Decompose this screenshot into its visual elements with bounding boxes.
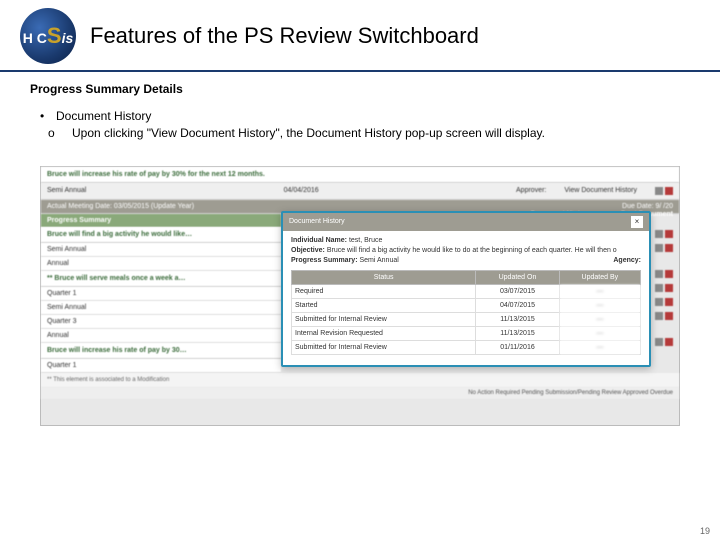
table-row: Started04/07/2015— bbox=[292, 298, 641, 312]
approver-label: Approver: bbox=[516, 187, 546, 194]
table-row: Submitted for Internal Review01/11/2016— bbox=[292, 340, 641, 354]
agency-label: Agency: bbox=[613, 257, 641, 264]
popup-title: Document History bbox=[289, 218, 345, 225]
type-row: Quarter 3 bbox=[41, 315, 281, 329]
review-type: Semi Annual bbox=[47, 187, 86, 194]
cell-status: Submitted for Internal Review bbox=[292, 340, 476, 354]
bg-obj-row: Bruce will find a big activity he would … bbox=[41, 227, 281, 243]
cell-by: — bbox=[559, 326, 640, 340]
cell-by: — bbox=[559, 298, 640, 312]
content-area: Progress Summary Details •Document Histo… bbox=[0, 72, 720, 426]
bg-goal-detail-row: Semi Annual 04/04/2016 Approver: View Do… bbox=[41, 183, 679, 200]
section-subtitle: Progress Summary Details bbox=[30, 82, 690, 96]
page-number: 19 bbox=[700, 526, 710, 536]
table-row: Submitted for Internal Review11/13/2015— bbox=[292, 312, 641, 326]
document-history-popup: Document History × Individual Name: test… bbox=[281, 211, 651, 367]
cell-date: 11/13/2015 bbox=[476, 312, 559, 326]
meeting-date: Actual Meeting Date: 03/05/2015 (Update … bbox=[47, 203, 194, 210]
close-icon[interactable]: × bbox=[631, 216, 643, 228]
name-value: test, Bruce bbox=[349, 237, 382, 244]
progress-summary-header: Progress Summary bbox=[41, 214, 281, 227]
objective-label: Objective: bbox=[291, 247, 325, 254]
bullet-list: •Document History oUpon clicking "View D… bbox=[30, 108, 690, 142]
cell-status: Submitted for Internal Review bbox=[292, 312, 476, 326]
review-date: 04/04/2016 bbox=[284, 187, 319, 194]
action-icons bbox=[655, 187, 673, 195]
obj-label: Bruce will increase his rate of pay by 3… bbox=[47, 347, 187, 354]
footnote: ** This element is associated to a Modif… bbox=[41, 373, 679, 387]
type-row: Semi Annual bbox=[41, 301, 281, 315]
popup-ps-line: Progress Summary: Semi Annual Agency: bbox=[291, 257, 641, 264]
cell-date: 01/11/2016 bbox=[476, 340, 559, 354]
bullet-level-2: oUpon clicking "View Document History", … bbox=[30, 125, 690, 142]
table-row: Internal Revision Requested11/13/2015— bbox=[292, 326, 641, 340]
goal-label: Bruce will increase his rate of pay by 3… bbox=[47, 171, 265, 178]
cell-status: Internal Revision Requested bbox=[292, 326, 476, 340]
cell-by: — bbox=[559, 340, 640, 354]
cell-date: 11/13/2015 bbox=[476, 326, 559, 340]
popup-obj-line: Objective: Bruce will find a big activit… bbox=[291, 247, 641, 254]
bullet-sub-text: Upon clicking "View Document History", t… bbox=[72, 126, 545, 140]
th-updated-by: Updated By bbox=[559, 270, 640, 284]
th-status: Status bbox=[292, 270, 476, 284]
name-label: Individual Name: bbox=[291, 237, 347, 244]
cell-by: — bbox=[559, 284, 640, 298]
bg-obj-row: Bruce will increase his rate of pay by 3… bbox=[41, 343, 281, 359]
type-row: Semi Annual bbox=[41, 243, 281, 257]
cell-by: — bbox=[559, 312, 640, 326]
embedded-screenshot: Bruce will increase his rate of pay by 3… bbox=[40, 166, 680, 426]
page-title: Features of the PS Review Switchboard bbox=[90, 23, 479, 49]
popup-header: Document History × bbox=[283, 213, 649, 231]
type-row: Annual bbox=[41, 329, 281, 343]
obj-label: ** Bruce will serve meals once a week a… bbox=[47, 275, 186, 282]
ps-label: Progress Summary: bbox=[291, 257, 358, 264]
history-table: Status Updated On Updated By Required03/… bbox=[291, 270, 641, 355]
cell-date: 04/07/2015 bbox=[476, 298, 559, 312]
obj-label: Bruce will find a big activity he would … bbox=[47, 231, 192, 238]
bullet-level-1: •Document History bbox=[30, 108, 690, 125]
logo-text: H CSis bbox=[23, 23, 74, 49]
due-date: Due Date: 9/ /20 bbox=[622, 203, 673, 210]
legend-row: No Action Required Pending Submission/Pe… bbox=[41, 387, 679, 399]
type-row: Quarter 1 bbox=[41, 359, 281, 373]
cell-status: Started bbox=[292, 298, 476, 312]
th-updated-on: Updated On bbox=[476, 270, 559, 284]
type-row: Quarter 1 bbox=[41, 287, 281, 301]
bullet-main-text: Document History bbox=[56, 109, 151, 123]
view-history-link[interactable]: View Document History bbox=[564, 187, 637, 194]
bg-obj-row: ** Bruce will serve meals once a week a… bbox=[41, 271, 281, 287]
page-header: H CSis Features of the PS Review Switchb… bbox=[0, 0, 720, 72]
bg-goal-row: Bruce will increase his rate of pay by 3… bbox=[41, 167, 679, 183]
popup-name-line: Individual Name: test, Bruce bbox=[291, 237, 641, 244]
table-row: Required03/07/2015— bbox=[292, 284, 641, 298]
objective-value: Bruce will find a big activity he would … bbox=[327, 247, 617, 254]
ps-value: Semi Annual bbox=[359, 257, 398, 264]
type-row: Annual bbox=[41, 257, 281, 271]
hcsis-logo: H CSis bbox=[20, 8, 76, 64]
cell-date: 03/07/2015 bbox=[476, 284, 559, 298]
cell-status: Required bbox=[292, 284, 476, 298]
